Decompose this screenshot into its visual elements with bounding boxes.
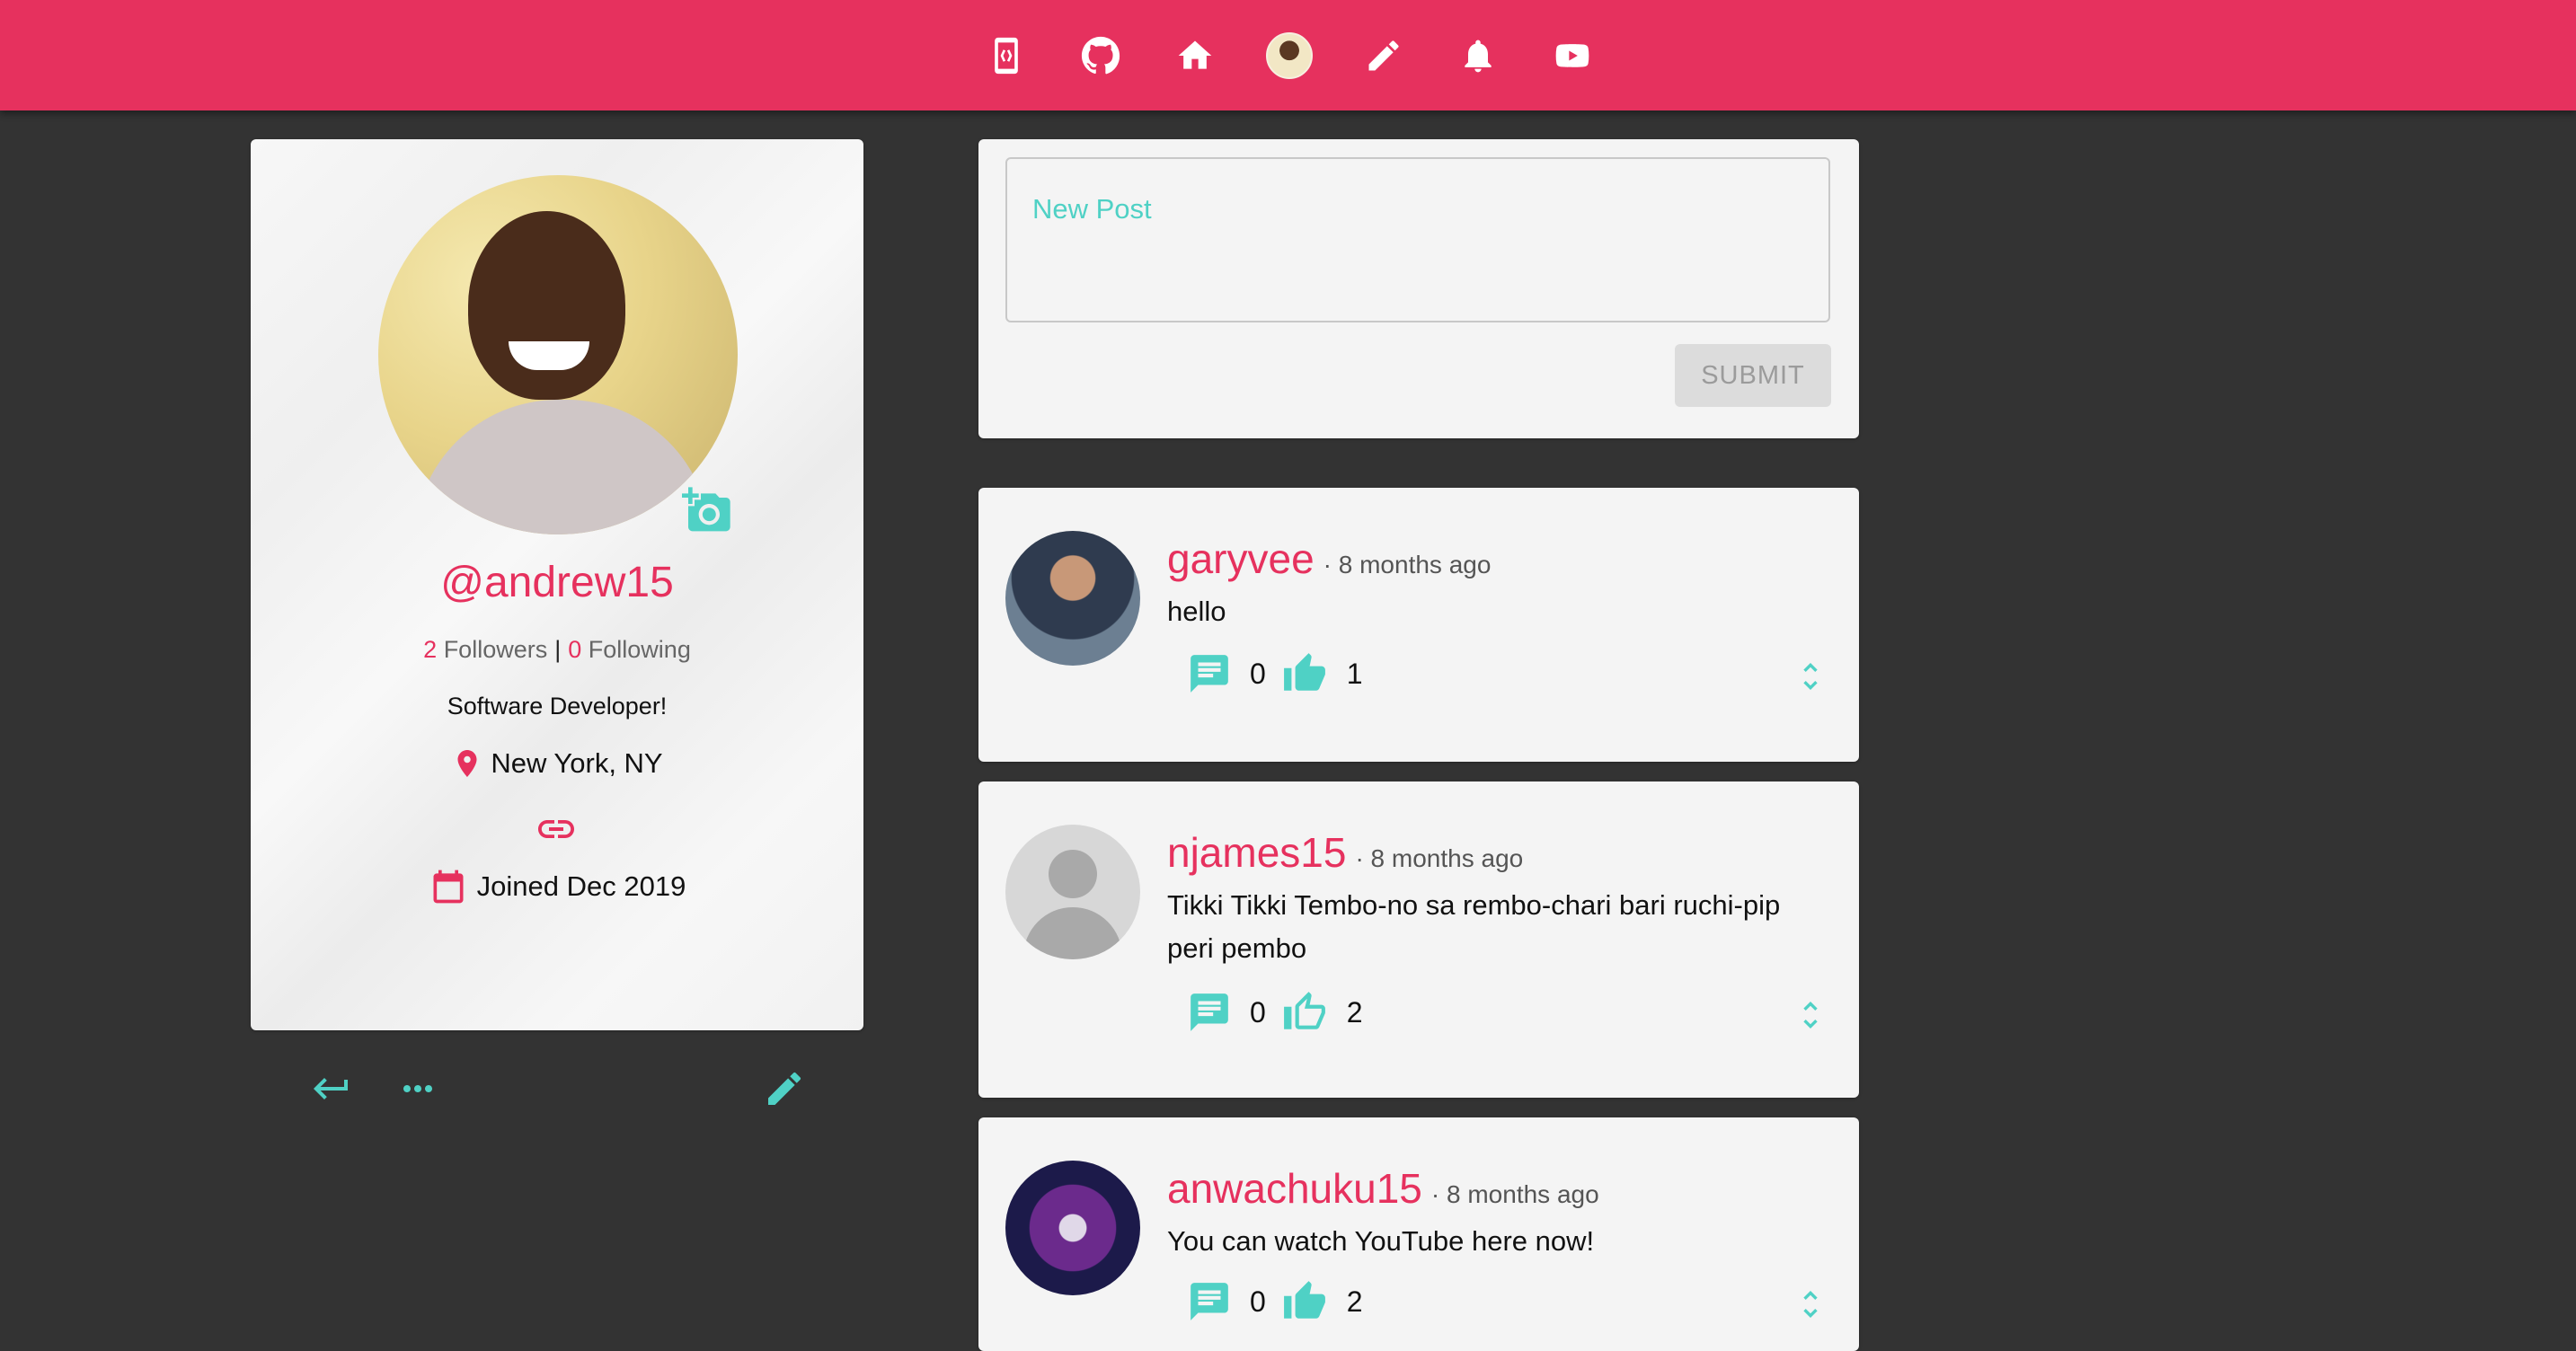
submit-button[interactable]: SUBMIT bbox=[1675, 344, 1831, 407]
return-icon[interactable] bbox=[310, 1067, 353, 1110]
comment-count: 0 bbox=[1250, 995, 1266, 1029]
post-header: njames15 · 8 months ago bbox=[1167, 828, 1523, 877]
post-header: garyvee · 8 months ago bbox=[1167, 534, 1491, 583]
expand-icon[interactable] bbox=[1793, 1283, 1828, 1326]
follow-separator: | bbox=[554, 636, 562, 663]
follow-stats: 2 Followers | 0 Following bbox=[251, 636, 863, 664]
calendar-icon bbox=[433, 870, 464, 904]
avatar[interactable] bbox=[1005, 531, 1140, 666]
post-actions: 0 2 bbox=[1187, 990, 1363, 1035]
comment-icon[interactable] bbox=[1187, 990, 1232, 1035]
comment-icon[interactable] bbox=[1187, 651, 1232, 696]
bell-icon[interactable] bbox=[1451, 29, 1505, 83]
post-body: You can watch YouTube here now! bbox=[1167, 1225, 1595, 1257]
post-timestamp: · 8 months ago bbox=[1430, 1180, 1599, 1208]
post-timestamp: · 8 months ago bbox=[1323, 551, 1492, 578]
followers-label[interactable]: Followers bbox=[444, 636, 548, 663]
comment-count: 0 bbox=[1250, 657, 1266, 690]
comment-icon[interactable] bbox=[1187, 1279, 1232, 1324]
youtube-icon[interactable] bbox=[1545, 29, 1599, 83]
more-icon[interactable] bbox=[396, 1067, 439, 1110]
profile-joined: Joined Dec 2019 bbox=[251, 867, 863, 906]
top-nav bbox=[979, 0, 1599, 110]
pencil-icon[interactable] bbox=[1357, 29, 1411, 83]
post-card: anwachuku15 · 8 months ago You can watch… bbox=[978, 1117, 1859, 1351]
post-card: garyvee · 8 months ago hello 0 1 bbox=[978, 488, 1859, 762]
app-logo-icon[interactable] bbox=[979, 29, 1033, 83]
like-icon[interactable] bbox=[1282, 1279, 1327, 1324]
post-username[interactable]: njames15 bbox=[1167, 828, 1346, 877]
like-icon[interactable] bbox=[1282, 651, 1327, 696]
like-count: 2 bbox=[1346, 1285, 1363, 1318]
followers-count: 2 bbox=[423, 636, 438, 663]
link-icon[interactable] bbox=[535, 808, 578, 851]
avatar[interactable] bbox=[1005, 1161, 1140, 1295]
post-timestamp: · 8 months ago bbox=[1355, 844, 1524, 872]
post-actions: 0 2 bbox=[1187, 1279, 1363, 1324]
home-icon[interactable] bbox=[1168, 29, 1222, 83]
like-count: 1 bbox=[1346, 657, 1363, 690]
top-app-bar bbox=[0, 0, 2576, 110]
joined-text: Joined Dec 2019 bbox=[476, 870, 686, 902]
location-pin-icon bbox=[457, 750, 477, 777]
profile-bio: Software Developer! bbox=[447, 693, 668, 720]
profile-avatar bbox=[378, 175, 738, 534]
post-card: njames15 · 8 months ago Tikki Tikki Temb… bbox=[978, 781, 1859, 1098]
new-post-input[interactable] bbox=[1005, 157, 1830, 322]
add-photo-icon[interactable] bbox=[682, 485, 732, 535]
comment-count: 0 bbox=[1250, 1285, 1266, 1318]
location-text: New York, NY bbox=[491, 747, 663, 779]
post-body: Tikki Tikki Tembo-no sa rembo-chari bari… bbox=[1167, 889, 1781, 964]
avatar bbox=[1266, 31, 1313, 79]
avatar[interactable] bbox=[1005, 825, 1140, 959]
new-post-card: SUBMIT bbox=[978, 139, 1859, 438]
profile-handle[interactable]: @andrew15 bbox=[251, 558, 863, 607]
profile-card: @andrew15 2 Followers | 0 Following Softwa… bbox=[251, 139, 863, 1105]
following-label[interactable]: Following bbox=[589, 636, 691, 663]
github-icon[interactable] bbox=[1074, 29, 1128, 83]
post-username[interactable]: anwachuku15 bbox=[1167, 1164, 1422, 1213]
following-count: 0 bbox=[568, 636, 582, 663]
expand-icon[interactable] bbox=[1793, 655, 1828, 698]
expand-icon[interactable] bbox=[1793, 993, 1828, 1037]
like-outline-icon[interactable] bbox=[1282, 990, 1327, 1035]
post-body: hello bbox=[1167, 596, 1226, 627]
post-actions: 0 1 bbox=[1187, 651, 1363, 696]
profile-location: New York, NY bbox=[251, 744, 863, 783]
post-username[interactable]: garyvee bbox=[1167, 534, 1315, 583]
post-header: anwachuku15 · 8 months ago bbox=[1167, 1164, 1599, 1213]
like-count: 2 bbox=[1346, 995, 1363, 1029]
edit-profile-icon[interactable] bbox=[763, 1067, 806, 1110]
profile-avatar-button[interactable] bbox=[1262, 29, 1316, 83]
